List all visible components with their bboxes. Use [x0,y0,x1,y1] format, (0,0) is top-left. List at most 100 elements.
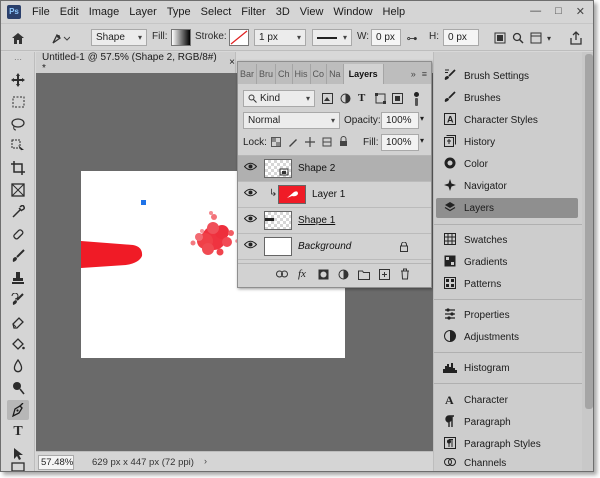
panel-navigator[interactable]: Navigator [436,176,578,196]
path-operations-icon[interactable] [493,31,507,45]
marquee-tool-icon[interactable] [7,92,29,112]
rectangle-tool-icon[interactable] [7,462,29,471]
panel-menu-icon[interactable]: ≡ [422,69,427,79]
kind-filter-dropdown[interactable]: Kind ▾ [243,90,315,107]
new-group-icon[interactable] [358,269,370,280]
smart-object-filter-icon[interactable] [392,93,403,104]
width-input[interactable]: 0 px [371,29,401,46]
fill-input[interactable]: 100% [381,134,419,151]
share-icon[interactable] [569,30,583,45]
eyedropper-tool-icon[interactable] [7,202,29,222]
new-layer-icon[interactable] [379,269,390,280]
dodge-tool-icon[interactable] [7,378,29,398]
link-layers-icon[interactable] [276,270,288,278]
menu-type[interactable]: Type [162,6,196,18]
close-tab-icon[interactable]: × [229,57,235,68]
eraser-tool-icon[interactable] [7,312,29,332]
history-brush-tool-icon[interactable] [7,290,29,310]
blur-tool-icon[interactable] [7,356,29,376]
height-input[interactable]: 0 px [443,29,479,46]
document-tab[interactable]: Untitled-1 @ 57.5% (Shape 2, RGB/8#) * × [36,52,236,74]
opacity-input[interactable]: 100% [381,112,419,129]
panel-paragraph-styles[interactable]: Paragraph Styles [436,434,578,454]
type-tool-icon[interactable]: T [7,422,29,442]
search-icon[interactable] [511,31,525,45]
clone-stamp-tool-icon[interactable] [7,268,29,288]
panel-history[interactable]: History [436,132,578,152]
menu-file[interactable]: File [27,6,55,18]
type-layer-filter-icon[interactable]: T [358,92,365,104]
scrollbar-thumb[interactable] [585,54,593,409]
layer-row-layer-1[interactable]: ↳ Layer 1 [238,182,431,208]
tab-layers[interactable]: Layers [343,64,384,84]
paint-bucket-tool-icon[interactable] [7,334,29,354]
stroke-type-dropdown[interactable]: ▾ [312,29,352,46]
panel-properties[interactable]: Properties [436,305,578,325]
fx-icon[interactable]: fx [298,268,306,280]
maximize-button[interactable]: □ [555,5,562,18]
add-mask-icon[interactable] [318,269,329,280]
visibility-eye-icon[interactable] [243,162,258,174]
shape-layer-filter-icon[interactable] [375,93,386,104]
panel-swatches[interactable]: Swatches [436,230,578,250]
link-icon[interactable]: ⊶ [405,31,419,45]
menu-image[interactable]: Image [84,6,125,18]
filter-toggle[interactable] [412,92,421,106]
menu-select[interactable]: Select [196,6,237,18]
menu-edit[interactable]: Edit [55,6,84,18]
frame-tool-icon[interactable] [7,180,29,200]
close-button[interactable]: ✕ [576,5,585,18]
lock-position-icon[interactable] [305,137,315,147]
crop-tool-icon[interactable] [7,158,29,178]
panel-histogram[interactable]: Histogram [436,358,578,378]
anchor-point-marker[interactable] [141,200,146,205]
lock-artboard-icon[interactable] [322,137,332,147]
object-selection-tool-icon[interactable] [7,136,29,156]
panel-channels[interactable]: Channels [436,456,578,470]
panel-patterns[interactable]: Patterns [436,274,578,294]
layer-row-shape-2[interactable]: Shape 2 [238,156,431,182]
workspace-icon[interactable] [529,31,543,45]
tab-color[interactable]: Co [311,64,328,84]
layer-row-background[interactable]: Background [238,234,431,260]
pen-tool-icon[interactable] [7,400,29,420]
fill-swatch[interactable] [171,29,191,46]
panel-layers[interactable]: Layers [436,198,578,218]
new-adjustment-icon[interactable] [338,269,349,280]
panel-paragraph[interactable]: Paragraph [436,412,578,432]
status-menu-arrow-icon[interactable]: › [204,456,207,466]
tab-character-styles[interactable]: Ch [276,64,293,84]
tab-navigator[interactable]: Na [327,64,344,84]
tool-mode-dropdown[interactable]: Shape ▾ [91,29,147,46]
visibility-eye-icon[interactable] [243,240,258,252]
blend-mode-dropdown[interactable]: Normal ▾ [243,112,340,129]
visibility-eye-icon[interactable] [243,214,258,226]
lock-image-icon[interactable] [288,137,298,147]
delete-layer-icon[interactable] [400,268,410,280]
panel-brush-settings[interactable]: Brush Settings [436,66,578,86]
visibility-eye-icon[interactable] [243,188,258,200]
panel-color[interactable]: Color [436,154,578,174]
tab-brushes[interactable]: Bru [257,64,277,84]
lock-all-icon[interactable] [339,136,348,147]
stroke-swatch[interactable] [229,29,249,46]
panel-gradients[interactable]: Gradients [436,252,578,272]
zoom-field[interactable]: 57.48% [38,455,74,470]
lock-transparent-icon[interactable] [271,137,281,147]
panel-character[interactable]: A Character [436,390,578,410]
stroke-width-dropdown[interactable]: 1 px ▾ [254,29,306,46]
pixel-layer-filter-icon[interactable] [322,93,333,104]
chevron-down-icon[interactable]: ▾ [420,136,424,145]
menu-view[interactable]: View [295,6,329,18]
collapse-icon[interactable]: » [411,69,416,79]
menu-filter[interactable]: Filter [236,6,270,18]
menu-window[interactable]: Window [328,6,377,18]
chevron-down-icon[interactable]: ▾ [420,114,424,123]
pen-tool-preset-icon[interactable] [47,29,73,47]
panel-scrollbar[interactable] [582,52,593,471]
menu-help[interactable]: Help [378,6,411,18]
brush-tool-icon[interactable] [7,246,29,266]
tab-brush-settings[interactable]: Bar [238,64,258,84]
panel-adjustments[interactable]: Adjustments [436,327,578,347]
minimize-button[interactable]: — [530,5,541,18]
